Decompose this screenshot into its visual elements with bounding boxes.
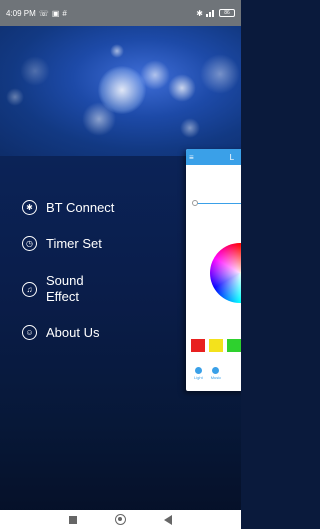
menu-item-about-us[interactable]: ☺ About Us: [22, 325, 99, 340]
tab-music[interactable]: Music: [211, 367, 221, 391]
main-app-preview[interactable]: ≡ L Light Music: [186, 149, 241, 391]
home-button[interactable]: [115, 514, 126, 525]
battery-icon: 86: [219, 9, 235, 17]
menu-item-label: Timer Set: [46, 236, 102, 251]
menu-item-timer-set[interactable]: ◷ Timer Set: [22, 236, 102, 251]
system-nav-bar: [0, 510, 241, 529]
menu-item-label: BT Connect: [46, 200, 115, 215]
sound-wave-icon: ♫: [22, 281, 37, 297]
call-icon: ☏: [38, 8, 49, 18]
preview-bottom-nav: Light Music: [186, 367, 241, 391]
bluetooth-status-icon: ✱: [196, 8, 203, 18]
status-time: 4:09 PM: [6, 8, 36, 18]
bulb-icon: [194, 367, 202, 374]
timer-icon: ◷: [22, 236, 37, 251]
user-icon: ☺: [22, 325, 37, 340]
recents-button[interactable]: [69, 515, 77, 524]
color-swatch-yellow[interactable]: [209, 339, 223, 352]
app-screen: 4:09 PM ☏ ▣ # ✱ 86 ✱ BT Connect ◷ Timer …: [0, 0, 241, 529]
brightness-slider[interactable]: [194, 203, 241, 204]
bluetooth-icon: ✱: [22, 200, 37, 215]
menu-item-sound-effect[interactable]: ♫ Sound Effect: [22, 273, 84, 305]
color-swatch-green[interactable]: [227, 339, 241, 352]
menu-item-label: About Us: [46, 325, 100, 340]
slider-knob[interactable]: [192, 200, 198, 206]
back-button[interactable]: [164, 514, 172, 525]
signal-icon: [206, 9, 216, 17]
header-bokeh-image: [0, 26, 241, 156]
color-wheel[interactable]: [210, 243, 241, 303]
preview-title: L: [229, 152, 235, 162]
music-icon: [212, 367, 220, 374]
hash-icon: #: [62, 8, 67, 18]
gallery-icon: ▣: [51, 8, 60, 18]
menu-item-bt-connect[interactable]: ✱ BT Connect: [22, 200, 114, 215]
tab-light[interactable]: Light: [194, 367, 203, 391]
menu-item-label: Sound Effect: [46, 273, 84, 304]
status-bar: 4:09 PM ☏ ▣ # ✱ 86: [0, 0, 241, 26]
hamburger-menu-icon[interactable]: ≡: [189, 153, 194, 162]
preview-toolbar: ≡ L: [186, 149, 241, 165]
color-swatch-red[interactable]: [191, 339, 205, 352]
